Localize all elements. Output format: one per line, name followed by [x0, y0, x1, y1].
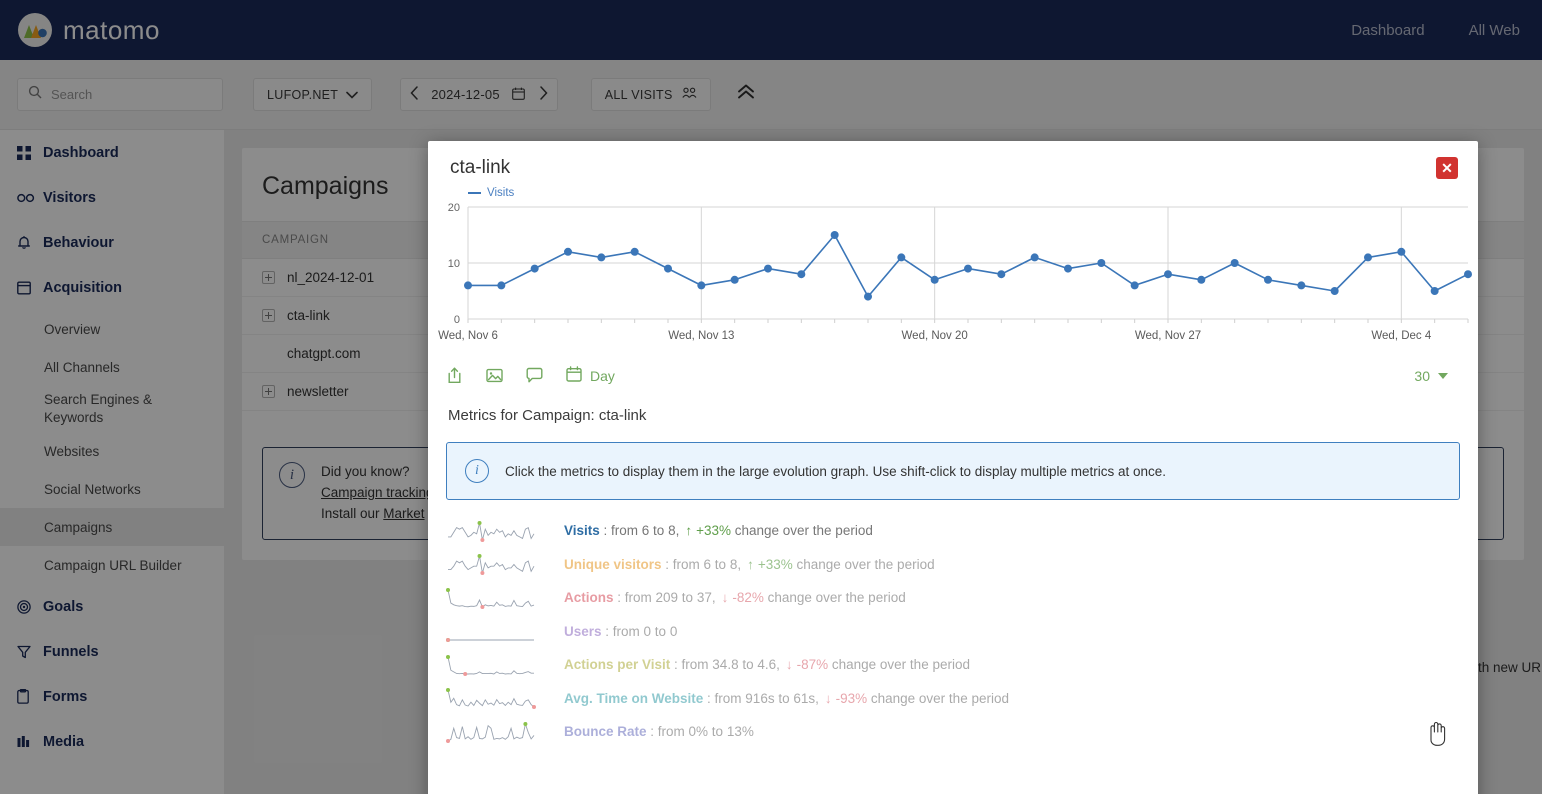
arrow-down-icon: ↓: [722, 590, 729, 605]
metric-row[interactable]: Unique visitors : from 6 to 8, ↑ +33% chan…: [428, 548, 1478, 582]
metric-change: -82%: [732, 590, 764, 605]
metric-sparkline[interactable]: [446, 584, 538, 612]
metric-change: +33%: [696, 523, 731, 538]
metric-range: from 0% to 13%: [658, 724, 754, 739]
metric-name: Users: [564, 624, 602, 639]
metric-change: -93%: [836, 691, 868, 706]
period-label: Day: [590, 368, 615, 384]
metric-range: from 6 to 8,: [673, 557, 741, 572]
metric-suffix: change over the period: [764, 590, 906, 605]
metric-name: Bounce Rate: [564, 724, 647, 739]
metric-suffix: change over the period: [793, 557, 935, 572]
metric-range: from 0 to 0: [613, 624, 678, 639]
metric-suffix: change over the period: [828, 657, 970, 672]
svg-text:10: 10: [448, 258, 460, 270]
mouse-cursor: [1425, 718, 1447, 751]
metric-sparkline[interactable]: [446, 684, 538, 712]
metric-separator: :: [614, 590, 625, 605]
svg-text:Wed, Nov 20: Wed, Nov 20: [902, 330, 968, 342]
arrow-down-icon: ↓: [825, 691, 832, 706]
rows-value: 30: [1414, 368, 1430, 384]
metrics-heading: Metrics for Campaign: cta-link: [428, 385, 1478, 424]
metric-name: Visits: [564, 523, 600, 538]
info-icon: i: [465, 459, 489, 483]
metric-text[interactable]: Actions : from 209 to 37, ↓-82% change ov…: [564, 590, 906, 605]
svg-text:Wed, Nov 13: Wed, Nov 13: [668, 330, 734, 342]
arrow-up-icon: ↑: [685, 523, 692, 538]
row-evolution-modal: cta-link ✕ Visits 0 10 20 Wed, Nov 6 Wed, No…: [428, 141, 1478, 794]
chart-toolbar: Day 30: [428, 354, 1478, 385]
metric-range: from 916s to 61s,: [715, 691, 819, 706]
metric-change: +33%: [758, 557, 793, 572]
metric-range: from 34.8 to 4.6,: [682, 657, 780, 672]
metric-separator: :: [647, 724, 658, 739]
image-icon[interactable]: [486, 367, 503, 384]
svg-text:Wed, Dec 4: Wed, Dec 4: [1371, 330, 1431, 342]
metric-sparkline[interactable]: [446, 550, 538, 578]
close-icon[interactable]: ✕: [1436, 157, 1458, 179]
legend-label: Visits: [487, 187, 514, 199]
arrow-down-icon: ↓: [786, 657, 793, 672]
metric-row[interactable]: Actions per Visit : from 34.8 to 4.6, ↓ -8…: [428, 648, 1478, 682]
metric-row[interactable]: Visits : from 6 to 8, ↑ +33% change over t…: [428, 514, 1478, 548]
evolution-chart: Visits 0 10 20 Wed, Nov 6 Wed, Nov 13 Wed, No…: [428, 189, 1478, 354]
metric-suffix: change over the period: [867, 691, 1009, 706]
metric-sparkline[interactable]: [446, 651, 538, 679]
period-selector[interactable]: Day: [566, 366, 615, 385]
metric-range: from 209 to 37,: [625, 590, 716, 605]
metric-separator: :: [703, 691, 714, 706]
metric-text[interactable]: Users : from 0 to 0: [564, 624, 677, 639]
metrics-list: Visits : from 6 to 8, ↑ +33% change over t…: [428, 500, 1478, 749]
metric-text[interactable]: Visits : from 6 to 8, ↑ +33% change over t…: [564, 523, 873, 538]
metric-separator: :: [670, 657, 681, 672]
svg-text:20: 20: [448, 202, 460, 214]
rows-to-display-selector[interactable]: 30: [1414, 368, 1448, 384]
info-message: Click the metrics to display them in the…: [505, 464, 1166, 479]
metric-separator: :: [602, 624, 613, 639]
export-icon[interactable]: [446, 367, 463, 384]
metric-text[interactable]: Unique visitors : from 6 to 8, ↑ +33% chan…: [564, 557, 935, 572]
metric-sparkline[interactable]: [446, 617, 538, 645]
chart-legend[interactable]: Visits: [468, 187, 514, 199]
metric-name: Avg. Time on Website: [564, 691, 703, 706]
metrics-info-box: i Click the metrics to display them in t…: [446, 442, 1460, 500]
svg-text:Wed, Nov 27: Wed, Nov 27: [1135, 330, 1201, 342]
chevron-down-icon: [1438, 373, 1448, 379]
metric-change: -87%: [797, 657, 829, 672]
metric-row[interactable]: Actions : from 209 to 37, ↓-82% change ov…: [428, 581, 1478, 615]
metric-text[interactable]: Avg. Time on Website : from 916s to 61s,…: [564, 691, 1009, 706]
metric-suffix: change over the period: [731, 523, 873, 538]
metric-separator: :: [600, 523, 611, 538]
legend-color-swatch: [468, 192, 481, 195]
metric-row[interactable]: Bounce Rate : from 0% to 13%: [428, 715, 1478, 749]
screen: matomo Dashboard All Web Search LUFOP.NE…: [0, 0, 1542, 794]
metric-separator: :: [662, 557, 673, 572]
metric-sparkline[interactable]: [446, 718, 538, 746]
metric-name: Actions per Visit: [564, 657, 670, 672]
svg-text:Wed, Nov 6: Wed, Nov 6: [438, 330, 498, 342]
metric-row[interactable]: Users : from 0 to 0: [428, 615, 1478, 649]
metric-text[interactable]: Actions per Visit : from 34.8 to 4.6, ↓ -8…: [564, 657, 970, 672]
modal-title: cta-link: [428, 141, 1478, 179]
metric-sparkline[interactable]: [446, 517, 538, 545]
metric-name: Actions: [564, 590, 614, 605]
arrow-up-icon: ↑: [747, 557, 754, 572]
metric-row[interactable]: Avg. Time on Website : from 916s to 61s,…: [428, 682, 1478, 716]
chart-canvas: 0 10 20 Wed, Nov 6 Wed, Nov 13 Wed, Nov 20 Wed…: [428, 189, 1478, 354]
metric-range: from 6 to 8,: [611, 523, 679, 538]
metric-name: Unique visitors: [564, 557, 662, 572]
metric-text[interactable]: Bounce Rate : from 0% to 13%: [564, 724, 754, 739]
svg-text:0: 0: [454, 314, 460, 326]
calendar-icon: [566, 366, 582, 385]
annotation-icon[interactable]: [526, 367, 543, 384]
